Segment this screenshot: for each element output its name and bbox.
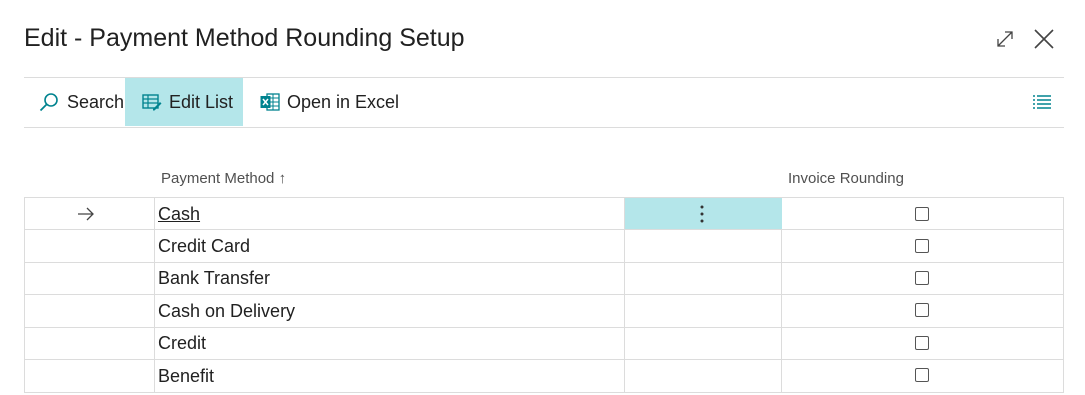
search-icon bbox=[39, 93, 58, 112]
expand-button[interactable] bbox=[992, 26, 1018, 52]
invoice-rounding-checkbox[interactable] bbox=[915, 239, 929, 253]
payment-method-cell[interactable]: Credit bbox=[158, 333, 206, 354]
more-vertical-icon[interactable] bbox=[699, 205, 705, 223]
list-view-icon bbox=[1033, 95, 1051, 109]
edit-list-label: Edit List bbox=[169, 91, 234, 112]
table-row[interactable]: Benefit bbox=[25, 360, 1065, 392]
edit-list-icon bbox=[142, 94, 162, 111]
edit-list-button[interactable]: Edit List bbox=[125, 78, 243, 126]
open-in-excel-label: Open in Excel bbox=[287, 91, 400, 112]
search-button[interactable]: Search bbox=[38, 78, 124, 126]
table-row[interactable]: Credit Card bbox=[25, 230, 1065, 262]
table-row[interactable]: Cash on Delivery bbox=[25, 295, 1065, 327]
invoice-rounding-checkbox[interactable] bbox=[915, 303, 929, 317]
invoice-rounding-checkbox[interactable] bbox=[915, 207, 929, 221]
payment-method-cell[interactable]: Cash on Delivery bbox=[158, 301, 295, 322]
action-bar: Search Edit List Open in Excel bbox=[24, 77, 1064, 128]
payment-method-cell[interactable]: Benefit bbox=[158, 366, 214, 387]
table-row[interactable]: Bank Transfer bbox=[25, 263, 1065, 295]
close-button[interactable] bbox=[1031, 26, 1057, 52]
payment-method-cell[interactable]: Bank Transfer bbox=[158, 268, 270, 289]
table-row[interactable]: Credit bbox=[25, 328, 1065, 360]
data-grid: Cash Credit Card Bank Transfer Cash on D… bbox=[24, 197, 1064, 393]
column-header-invoice-rounding[interactable]: Invoice Rounding bbox=[788, 170, 904, 187]
arrow-right-icon bbox=[78, 207, 94, 221]
payment-method-cell[interactable]: Cash bbox=[158, 204, 200, 225]
page-title: Edit - Payment Method Rounding Setup bbox=[24, 24, 465, 52]
table-row[interactable]: Cash bbox=[25, 198, 1065, 230]
expand-icon bbox=[997, 31, 1013, 47]
invoice-rounding-checkbox[interactable] bbox=[915, 271, 929, 285]
payment-method-cell[interactable]: Credit Card bbox=[158, 236, 250, 257]
close-icon bbox=[1034, 29, 1054, 49]
invoice-rounding-checkbox[interactable] bbox=[915, 336, 929, 350]
sort-ascending-icon: ↑ bbox=[278, 170, 287, 187]
payment-method-header-label: Payment Method bbox=[161, 170, 275, 187]
open-in-excel-button[interactable]: Open in Excel bbox=[260, 78, 399, 126]
search-label: Search bbox=[67, 91, 125, 112]
list-view-button[interactable] bbox=[1032, 78, 1059, 126]
excel-icon bbox=[260, 93, 280, 111]
invoice-rounding-checkbox[interactable] bbox=[915, 368, 929, 382]
column-header-payment-method[interactable]: Payment Method ↑ bbox=[161, 170, 286, 187]
